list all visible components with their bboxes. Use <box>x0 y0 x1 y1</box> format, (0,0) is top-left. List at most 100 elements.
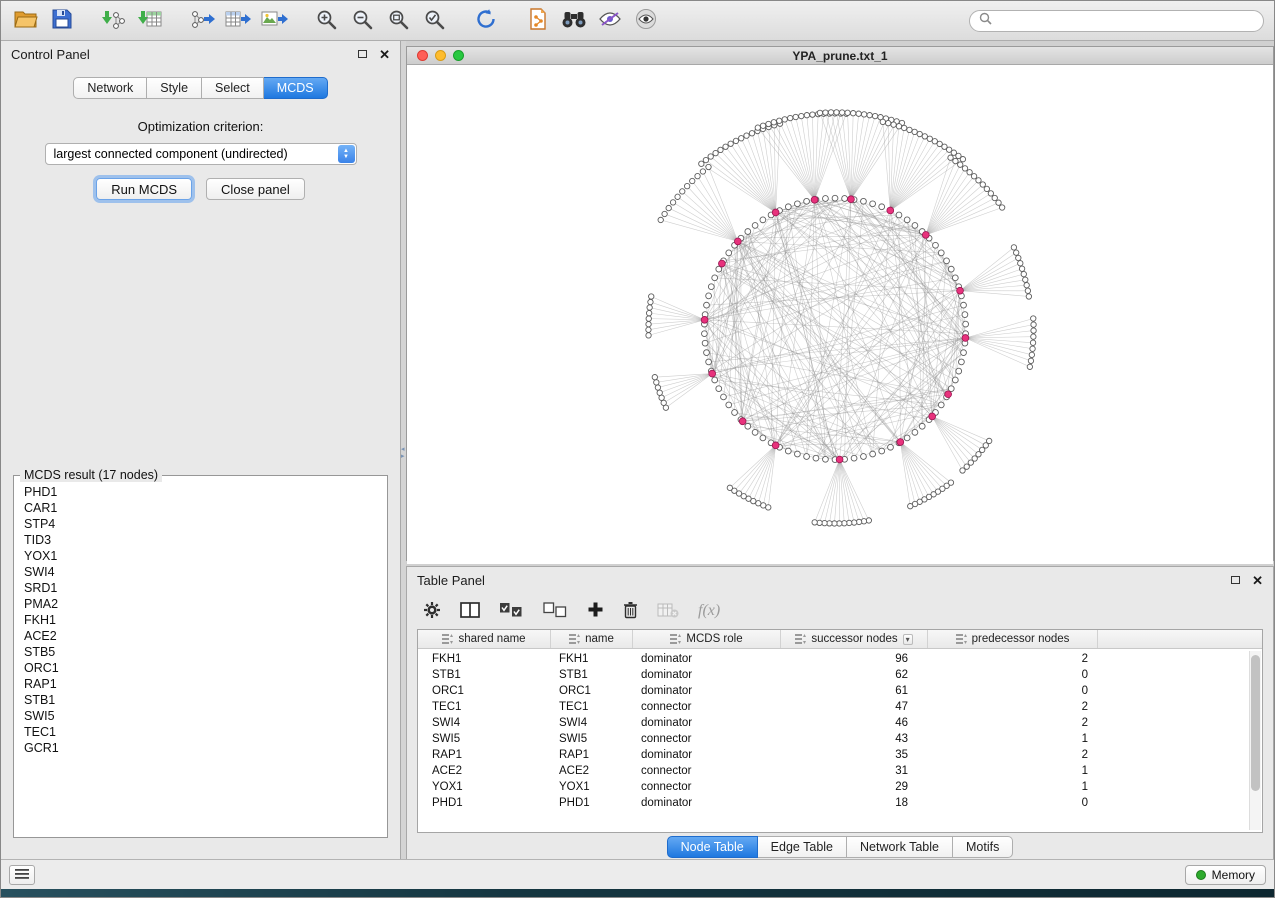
clone-network-button[interactable] <box>523 7 553 35</box>
cell-shared-name[interactable]: TEC1 <box>418 701 551 713</box>
cell-predecessor-nodes[interactable]: 0 <box>928 797 1098 809</box>
cell-mcds-role[interactable]: dominator <box>633 749 781 761</box>
refresh-layout-button[interactable] <box>471 7 501 35</box>
tab-select[interactable]: Select <box>202 77 264 99</box>
mcds-result-item[interactable]: SWI4 <box>24 564 387 580</box>
cell-successor-nodes[interactable]: 47 <box>781 701 928 713</box>
cell-predecessor-nodes[interactable]: 1 <box>928 733 1098 745</box>
float-panel-button[interactable] <box>358 50 367 58</box>
mcds-result-item[interactable]: CAR1 <box>24 500 387 516</box>
mcds-result-item[interactable]: TID3 <box>24 532 387 548</box>
export-table-button[interactable] <box>223 7 253 35</box>
cell-mcds-role[interactable]: connector <box>633 781 781 793</box>
mcds-result-item[interactable]: STB5 <box>24 644 387 660</box>
cell-successor-nodes[interactable]: 62 <box>781 669 928 681</box>
cell-shared-name[interactable]: SWI4 <box>418 717 551 729</box>
cell-shared-name[interactable]: SWI5 <box>418 733 551 745</box>
cell-name[interactable]: YOX1 <box>551 781 633 793</box>
run-mcds-button[interactable]: Run MCDS <box>96 178 192 200</box>
add-column-button[interactable] <box>587 597 604 625</box>
mcds-result-item[interactable]: STP4 <box>24 516 387 532</box>
cell-name[interactable]: STB1 <box>551 669 633 681</box>
function-builder-button[interactable]: f(x) <box>698 597 720 625</box>
cell-shared-name[interactable]: STB1 <box>418 669 551 681</box>
cell-shared-name[interactable]: RAP1 <box>418 749 551 761</box>
scrollbar-thumb[interactable] <box>1251 655 1260 791</box>
import-network-button[interactable] <box>99 7 129 35</box>
tab-motifs[interactable]: Motifs <box>953 836 1013 858</box>
cell-predecessor-nodes[interactable]: 2 <box>928 653 1098 665</box>
cell-mcds-role[interactable]: dominator <box>633 797 781 809</box>
close-window-icon[interactable] <box>417 50 428 61</box>
table-row[interactable]: ORC1 ORC1 dominator 61 0 <box>418 683 1262 699</box>
cell-name[interactable]: RAP1 <box>551 749 633 761</box>
cell-predecessor-nodes[interactable]: 0 <box>928 685 1098 697</box>
cell-shared-name[interactable]: ACE2 <box>418 765 551 777</box>
mcds-result-list[interactable]: PHD1CAR1STP4TID3YOX1SWI4SRD1PMA2FKH1ACE2… <box>14 482 387 822</box>
network-canvas[interactable] <box>407 65 1273 564</box>
select-all-button[interactable] <box>499 597 524 625</box>
cell-mcds-role[interactable]: dominator <box>633 717 781 729</box>
tab-mcds[interactable]: MCDS <box>264 77 328 99</box>
tab-node-table[interactable]: Node Table <box>667 836 758 858</box>
delete-column-button[interactable] <box>623 597 638 625</box>
criterion-dropdown[interactable]: largest connected component (undirected)… <box>45 143 357 165</box>
show-columns-button[interactable] <box>460 597 480 625</box>
cell-name[interactable]: ORC1 <box>551 685 633 697</box>
cell-predecessor-nodes[interactable]: 0 <box>928 669 1098 681</box>
column-header-predecessor-nodes[interactable]: predecessor nodes <box>928 630 1098 648</box>
cell-name[interactable]: SWI4 <box>551 717 633 729</box>
table-row[interactable]: SWI4 SWI4 dominator 46 2 <box>418 715 1262 731</box>
zoom-selected-button[interactable] <box>419 7 449 35</box>
open-session-button[interactable] <box>11 7 41 35</box>
minimize-window-icon[interactable] <box>435 50 446 61</box>
cell-successor-nodes[interactable]: 29 <box>781 781 928 793</box>
mcds-result-item[interactable]: SRD1 <box>24 580 387 596</box>
export-image-button[interactable] <box>259 7 289 35</box>
tab-edge-table[interactable]: Edge Table <box>758 836 847 858</box>
search-input[interactable] <box>998 14 1254 28</box>
zoom-in-button[interactable] <box>311 7 341 35</box>
search-box[interactable] <box>969 10 1264 32</box>
table-settings-button[interactable] <box>423 597 441 625</box>
mcds-result-item[interactable]: TEC1 <box>24 724 387 740</box>
table-row[interactable]: TEC1 TEC1 connector 47 2 <box>418 699 1262 715</box>
cell-predecessor-nodes[interactable]: 1 <box>928 781 1098 793</box>
column-header-name[interactable]: name <box>551 630 633 648</box>
table-row[interactable]: SWI5 SWI5 connector 43 1 <box>418 731 1262 747</box>
float-table-panel-button[interactable] <box>1231 576 1240 584</box>
cell-shared-name[interactable]: PHD1 <box>418 797 551 809</box>
maximize-window-icon[interactable] <box>453 50 464 61</box>
mcds-result-item[interactable]: STB1 <box>24 692 387 708</box>
mcds-result-item[interactable]: FKH1 <box>24 612 387 628</box>
task-history-button[interactable] <box>9 865 35 885</box>
cell-successor-nodes[interactable]: 18 <box>781 797 928 809</box>
deselect-all-button[interactable] <box>543 597 568 625</box>
zoom-out-button[interactable] <box>347 7 377 35</box>
table-row[interactable]: YOX1 YOX1 connector 29 1 <box>418 779 1262 795</box>
cell-successor-nodes[interactable]: 61 <box>781 685 928 697</box>
close-panel-button-mcds[interactable]: Close panel <box>206 178 305 200</box>
tab-network-table[interactable]: Network Table <box>847 836 953 858</box>
mcds-result-item[interactable]: ORC1 <box>24 660 387 676</box>
cell-name[interactable]: ACE2 <box>551 765 633 777</box>
tab-style[interactable]: Style <box>147 77 202 99</box>
close-panel-button[interactable]: ✕ <box>379 48 390 61</box>
cell-mcds-role[interactable]: connector <box>633 701 781 713</box>
column-header-shared-name[interactable]: shared name <box>418 630 551 648</box>
table-row[interactable]: PHD1 PHD1 dominator 18 0 <box>418 795 1262 811</box>
cell-name[interactable]: FKH1 <box>551 653 633 665</box>
mcds-result-item[interactable]: PHD1 <box>24 484 387 500</box>
cell-successor-nodes[interactable]: 46 <box>781 717 928 729</box>
mcds-result-item[interactable]: RAP1 <box>24 676 387 692</box>
mcds-result-item[interactable]: YOX1 <box>24 548 387 564</box>
splitter-handle-icon[interactable]: ◂▸ <box>401 446 405 460</box>
export-network-button[interactable] <box>187 7 217 35</box>
save-session-button[interactable] <box>47 7 77 35</box>
network-graph[interactable] <box>407 65 1273 564</box>
cell-predecessor-nodes[interactable]: 2 <box>928 717 1098 729</box>
table-scrollbar[interactable] <box>1249 651 1261 830</box>
zoom-fit-button[interactable] <box>383 7 413 35</box>
table-row[interactable]: RAP1 RAP1 dominator 35 2 <box>418 747 1262 763</box>
cell-predecessor-nodes[interactable]: 2 <box>928 749 1098 761</box>
